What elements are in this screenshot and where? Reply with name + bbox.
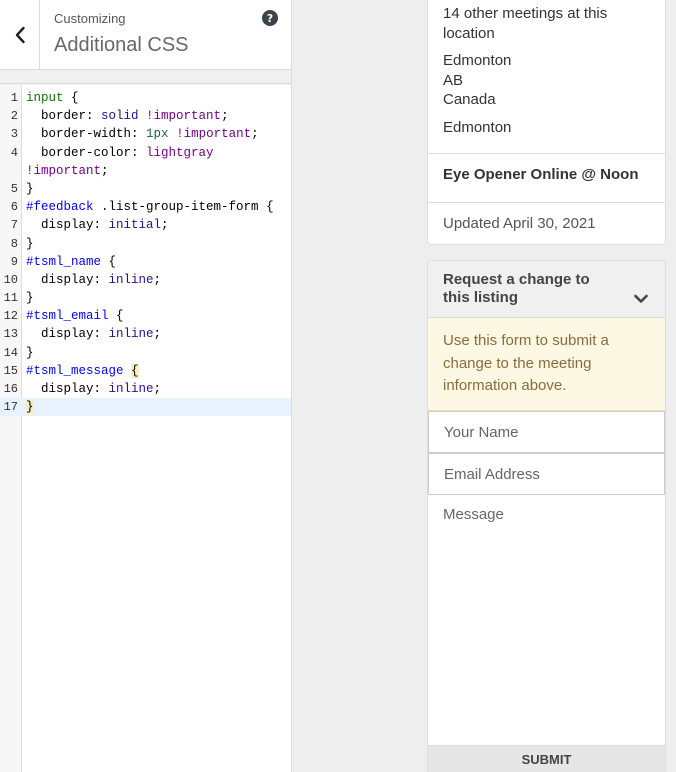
meeting-name-link[interactable]: Eye Opener Online @ Noon — [443, 166, 639, 183]
section-header: Customizing Additional CSS ? — [0, 0, 291, 70]
code-line: 9 #tsml_name { — [10, 254, 117, 269]
code-line: 12 #tsml_email { — [3, 309, 124, 324]
location-country: Canada — [443, 91, 496, 108]
meeting-location-card: 14 other meetings at this location Edmon… — [427, 0, 666, 245]
divider — [428, 202, 665, 203]
updated-date: Updated April 30, 2021 — [443, 215, 596, 232]
location-province: AB — [443, 72, 464, 89]
feedback-notice-text: Use this form to submit a change to the … — [443, 332, 609, 394]
css-code-editor[interactable]: 1 input { 2 border: solid !important; 3 b… — [0, 85, 291, 772]
submit-button[interactable]: SUBMIT — [428, 745, 665, 772]
editor-toolbar — [0, 70, 291, 84]
back-button[interactable] — [0, 0, 40, 69]
customizer-sidebar: Customizing Additional CSS ? 1 input { 2 … — [0, 0, 292, 772]
email-field[interactable] — [428, 453, 665, 495]
code-line: 1 input { — [10, 91, 79, 105]
code-line: 11} — [3, 291, 34, 306]
code-line: 15 #tsml_message { — [3, 363, 139, 378]
other-meetings-link[interactable]: 14 other meetings at this location — [443, 4, 653, 43]
code-line-active: 17} — [0, 398, 291, 417]
code-line-wrapped: !important; — [26, 163, 109, 178]
code-line: 7 display: initial; — [10, 218, 169, 233]
code-line: 16 display: inline; — [3, 382, 162, 396]
divider — [428, 153, 665, 154]
location-region: Edmonton — [443, 119, 512, 136]
code-line: 4 border-color: lightgray — [10, 145, 214, 160]
feedback-toggle[interactable]: Request a change to this listing — [428, 261, 665, 318]
message-field[interactable] — [428, 496, 665, 746]
code-line: 13 display: inline; — [3, 327, 162, 342]
feedback-heading: Request a change to this listing — [443, 271, 590, 306]
chevron-left-icon — [15, 26, 25, 43]
section-title: Additional CSS — [54, 34, 189, 56]
code-line: 14} — [3, 345, 34, 360]
code-line: 2 border: solid !important; — [10, 109, 229, 124]
name-field[interactable] — [428, 411, 665, 453]
code-line: 6 #feedback .list-group-item-form { — [10, 200, 274, 215]
chevron-down-icon — [634, 294, 648, 303]
code-line: 8} — [10, 236, 34, 251]
code-line: 10 display: inline; — [3, 272, 162, 287]
feedback-panel: Request a change to this listing Use thi… — [427, 260, 666, 772]
code-line: 3 border-width: 1px !important; — [10, 127, 259, 142]
location-city: Edmonton — [443, 52, 512, 69]
question-circle-icon[interactable]: ? — [262, 10, 278, 26]
customizing-label: Customizing — [54, 11, 126, 26]
code-line: 5} — [10, 181, 34, 196]
feedback-notice: Use this form to submit a change to the … — [428, 318, 665, 411]
